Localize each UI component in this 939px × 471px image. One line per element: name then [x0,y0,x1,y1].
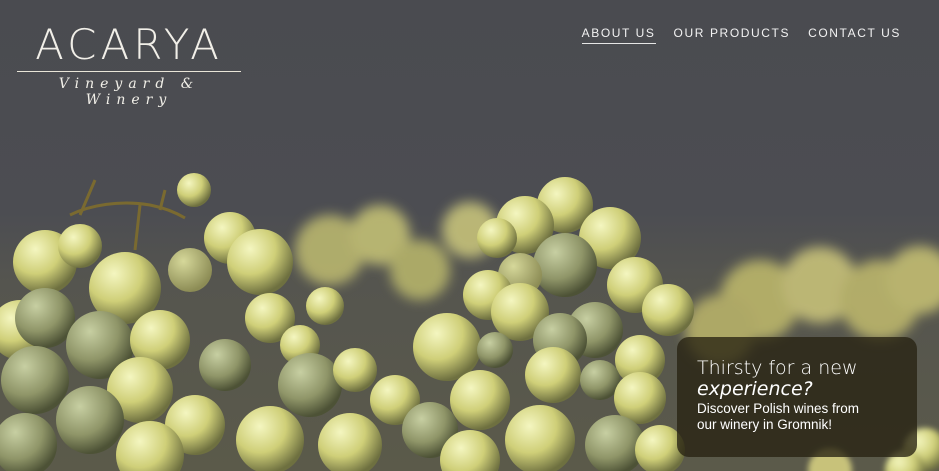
nav-contact-us[interactable]: CONTACT US [808,26,901,44]
brand-logo[interactable]: ACARYA Vineyard & Winery [17,22,241,108]
promo-body-line1: Discover Polish wines from [697,401,860,416]
promo-heading-line2: experience? [697,378,813,400]
promo-heading-line1: Thirsty for a new [697,357,858,379]
brand-name: ACARYA [35,20,223,69]
promo-body-line2: our winery in Gromnik! [697,417,833,432]
brand-tagline: Vineyard & Winery [58,76,200,108]
main-nav: ABOUT US OUR PRODUCTS CONTACT US [581,26,901,44]
promo-card: Thirsty for a new experience? Discover P… [677,337,917,457]
nav-our-products[interactable]: OUR PRODUCTS [674,26,791,44]
logo-divider [17,71,241,72]
nav-about-us[interactable]: ABOUT US [581,26,656,44]
